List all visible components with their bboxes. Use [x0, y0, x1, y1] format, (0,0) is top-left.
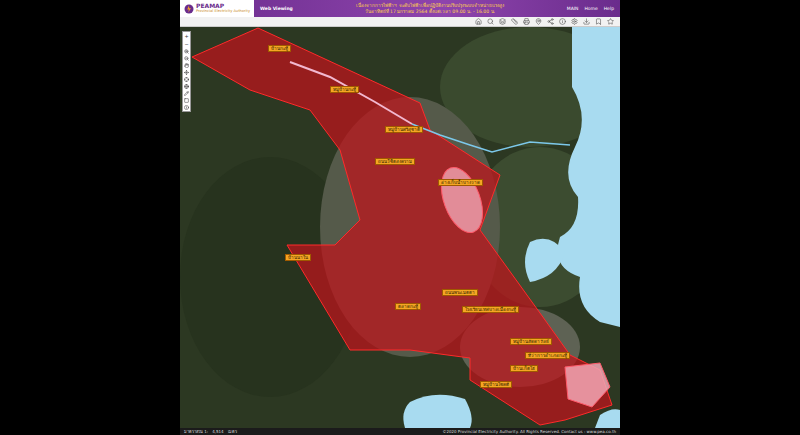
download-icon[interactable] [583, 18, 590, 25]
toolbar [180, 17, 620, 27]
logo-org: Provincial Electricity Authority [196, 10, 250, 14]
map-label[interactable]: บ้านกะทู้ [268, 45, 291, 52]
logo-title: PEAMAP [196, 3, 250, 10]
map-label[interactable]: หมู่บ้านโชคดี [480, 381, 512, 388]
move-icon[interactable] [184, 70, 189, 75]
nav-link[interactable]: Home [584, 6, 597, 11]
notice-line: วันอาทิตย์ที่ 17 มกราคม 2564 ตั้งแต่เวลา… [365, 9, 496, 14]
status-bar: มาตราส่วน 1: 4,514 เมตร ©2020 Provincial El… [180, 428, 620, 435]
map-label[interactable]: ตลาดกะทู้ [395, 303, 421, 310]
reservoir-area [433, 162, 490, 238]
bookmark-icon[interactable] [595, 18, 602, 25]
star-icon[interactable] [607, 18, 614, 25]
crosshair-icon[interactable] [184, 77, 189, 82]
nav-link[interactable]: MAIN [567, 6, 579, 11]
pencil-icon[interactable] [184, 91, 189, 96]
globe-icon[interactable] [184, 84, 189, 89]
lake [403, 395, 471, 428]
layers-icon[interactable] [499, 18, 506, 25]
map-label[interactable]: บ้านนาใน [285, 254, 311, 261]
map-label[interactable]: ถนนพระเมตตา [442, 289, 478, 296]
app-name: Web Viewing [254, 0, 299, 17]
scale-value: 4,514 [212, 429, 223, 434]
zoom-in-icon[interactable] [184, 49, 189, 54]
scale-label: มาตราส่วน 1: [184, 428, 208, 435]
home-icon[interactable] [475, 18, 482, 25]
zoom-button[interactable]: − [184, 41, 188, 47]
share-icon[interactable] [547, 18, 554, 25]
map-label[interactable]: โรงเรียนเทศบาลเมืองกะทู้ [462, 306, 519, 313]
pin-icon[interactable] [535, 18, 542, 25]
info-icon[interactable] [184, 105, 189, 110]
ruler-icon[interactable] [511, 18, 518, 25]
page: PEAMAPProvincial Electricity AuthorityWe… [0, 0, 800, 435]
app-window: PEAMAPProvincial Electricity AuthorityWe… [180, 0, 620, 435]
map-label[interactable]: ถนนวิชิตสงคราม [375, 158, 415, 165]
river [412, 124, 570, 152]
map-label[interactable]: หมู่บ้านกะทู้ [330, 86, 359, 93]
hand-icon[interactable] [184, 63, 189, 68]
road [290, 62, 412, 124]
settings-icon[interactable] [571, 18, 578, 25]
logo[interactable]: PEAMAPProvincial Electricity Authority [180, 0, 254, 17]
info-icon[interactable] [559, 18, 566, 25]
pea-logo-icon [184, 4, 194, 14]
zoom-button[interactable]: + [184, 33, 188, 39]
square-icon[interactable] [184, 98, 189, 103]
nav-link[interactable]: Help [604, 6, 614, 11]
map[interactable]: +−บ้านกะทู้หมู่บ้านกะทู้หมู่บ้านศรีสุชาต… [180, 27, 620, 428]
nav: MAIN Home Help [561, 0, 620, 17]
outage-area-small [565, 363, 610, 407]
map-label[interactable]: ที่ว่าการอำเภอกะทู้ [525, 352, 570, 359]
notice: เนื่องจากการไฟฟ้าฯ จะดับไฟฟ้าเพื่อปฏิบัต… [299, 0, 561, 17]
lake [595, 409, 620, 428]
printer-icon[interactable] [523, 18, 530, 25]
map-tools: +− [182, 31, 191, 112]
map-label[interactable]: อ่างเก็บน้ำบางวาด [438, 179, 483, 186]
map-label[interactable]: บ้านเก็ตโฮ่ [510, 365, 538, 372]
copyright: ©2020 Provincial Electricity Authority. … [442, 429, 616, 434]
lake [558, 27, 621, 327]
map-label[interactable]: หมู่บ้านศรีสุชาติ [385, 126, 423, 133]
header: PEAMAPProvincial Electricity AuthorityWe… [180, 0, 620, 17]
outage-area [192, 28, 612, 425]
zoom-out-icon[interactable] [184, 56, 189, 61]
lake [525, 239, 565, 282]
notice-line: เนื่องจากการไฟฟ้าฯ จะดับไฟฟ้าเพื่อปฏิบัต… [356, 3, 503, 8]
scale-unit: เมตร [228, 428, 237, 435]
satellite-map[interactable] [180, 27, 620, 428]
map-label[interactable]: หมู่บ้านลัดดาวัลย์ [510, 338, 552, 345]
search-icon[interactable] [487, 18, 494, 25]
